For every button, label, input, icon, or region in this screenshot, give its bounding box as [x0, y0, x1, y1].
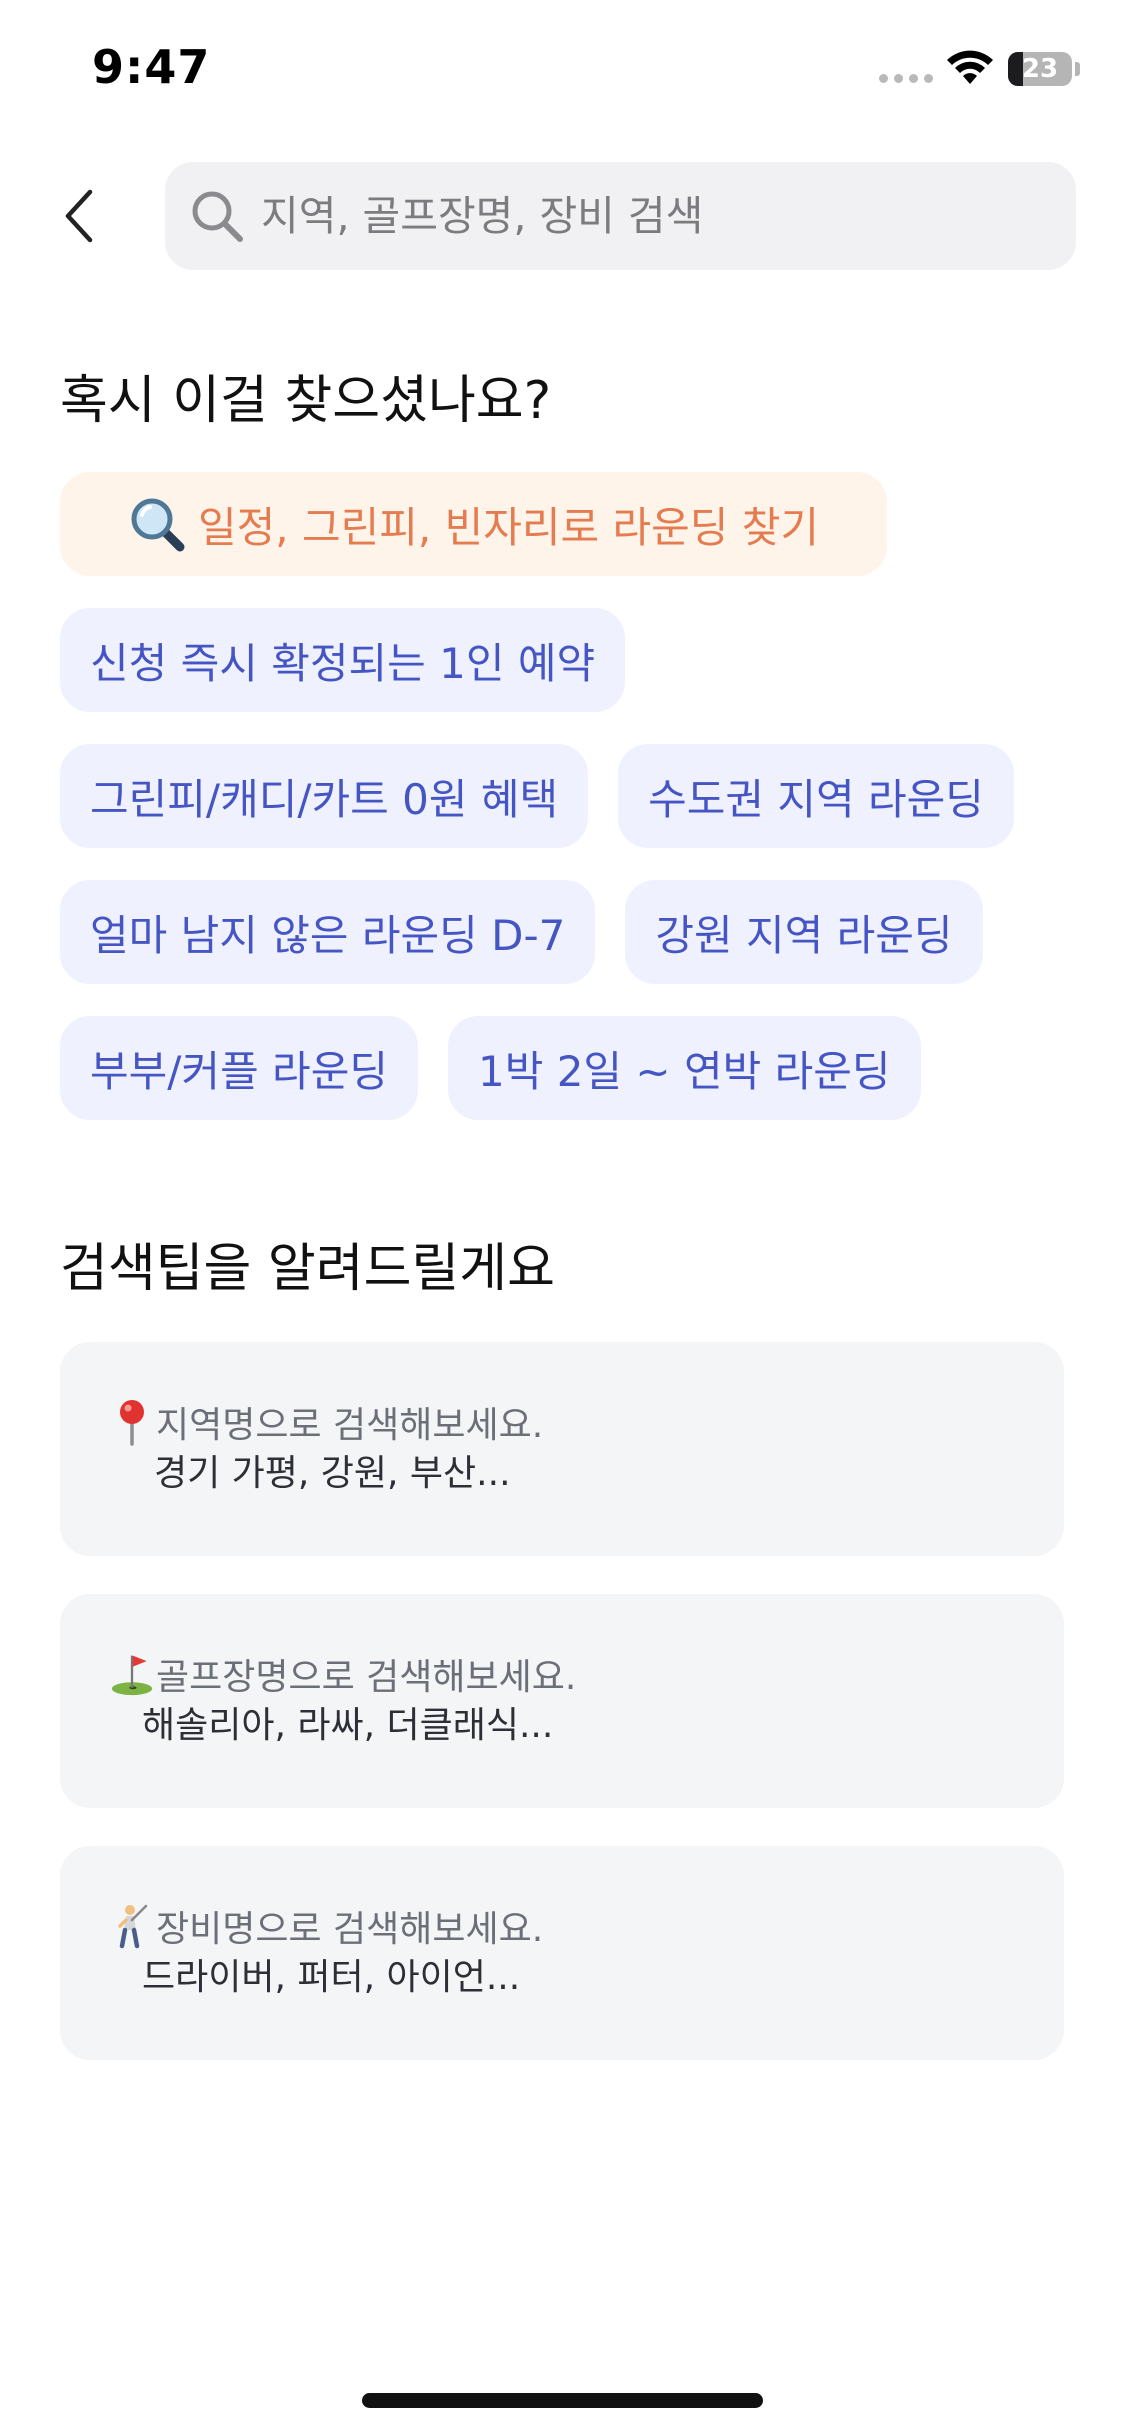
chip-label: 부부/커플 라운딩: [90, 1046, 388, 1096]
chip-couple-rounding[interactable]: 부부/커플 라운딩: [60, 1016, 418, 1120]
search-screen: 9:47 23 혹시 이걸 찾으셨나요?: [0, 0, 1125, 2436]
tip-heading: 지역명으로 검색해보세요.: [156, 1405, 544, 1446]
status-time: 9:47: [92, 40, 211, 94]
tip-card-equipment[interactable]: 장비명으로 검색해보세요. 드라이버, 퍼터, 아이언...: [60, 1846, 1064, 2060]
search-input[interactable]: [259, 191, 1043, 241]
chip-label: 수도권 지역 라운딩: [648, 774, 984, 824]
tip-heading: 장비명으로 검색해보세요.: [156, 1909, 544, 1950]
chip-label: 얼마 남지 않은 라운딩 D-7: [90, 910, 566, 960]
chip-capital-area[interactable]: 수도권 지역 라운딩: [618, 744, 1014, 848]
golfer-icon: [118, 1904, 148, 1949]
chip-label: 신청 즉시 확정되는 1인 예약: [90, 638, 596, 688]
tip-examples: 경기 가평, 강원, 부산...: [154, 1453, 511, 1494]
tip-examples: 드라이버, 퍼터, 아이언...: [142, 1957, 521, 1998]
chip-zero-fee-benefit[interactable]: 그린피/캐디/카트 0원 혜택: [60, 744, 589, 848]
battery-icon: 23: [1008, 52, 1072, 86]
home-indicator[interactable]: [362, 2393, 763, 2408]
status-bar: 9:47 23: [0, 0, 1125, 140]
tip-card-region[interactable]: 지역명으로 검색해보세요. 경기 가평, 강원, 부산...: [60, 1342, 1064, 1556]
chip-gangwon-area[interactable]: 강원 지역 라운딩: [625, 880, 983, 984]
chip-label: 1박 2일 ~ 연박 라운딩: [477, 1046, 891, 1096]
chip-find-rounding[interactable]: 일정, 그린피, 빈자리로 라운딩 찾기: [60, 472, 888, 576]
tip-heading: 골프장명으로 검색해보세요.: [156, 1657, 577, 1698]
battery-tip: [1075, 62, 1080, 76]
suggestions-title: 혹시 이걸 찾으셨나요?: [60, 371, 552, 431]
chip-label: 그린피/캐디/카트 0원 혜택: [90, 774, 559, 824]
tip-examples: 해솔리아, 라싸, 더클래식...: [142, 1705, 554, 1746]
tips-title: 검색팁을 알려드릴게요: [60, 1239, 555, 1299]
chip-label: 강원 지역 라운딩: [655, 910, 953, 960]
magnifying-glass-icon: [131, 498, 185, 552]
chip-instant-booking[interactable]: 신청 즉시 확정되는 1인 예약: [60, 608, 626, 712]
cellular-signal-icon: [879, 74, 933, 83]
round-pushpin-icon: [120, 1400, 144, 1446]
search-icon: [192, 191, 243, 242]
chip-overnight-rounding[interactable]: 1박 2일 ~ 연박 라운딩: [447, 1016, 921, 1120]
suggestion-chips: 일정, 그린피, 빈자리로 라운딩 찾기 신청 즉시 확정되는 1인 예약 그린…: [60, 472, 1080, 1152]
tip-card-golf-course[interactable]: 골프장명으로 검색해보세요. 해솔리아, 라싸, 더클래식...: [60, 1594, 1064, 1808]
chip-label: 일정, 그린피, 빈자리로 라운딩 찾기: [198, 502, 820, 552]
search-bar[interactable]: [165, 162, 1076, 270]
chip-d7-rounding[interactable]: 얼마 남지 않은 라운딩 D-7: [60, 880, 596, 984]
wifi-icon: [947, 50, 993, 84]
battery-level: 23: [1021, 54, 1059, 84]
chevron-left-icon: [65, 189, 93, 243]
golf-flag-icon: [111, 1655, 153, 1696]
back-button[interactable]: [48, 176, 110, 256]
